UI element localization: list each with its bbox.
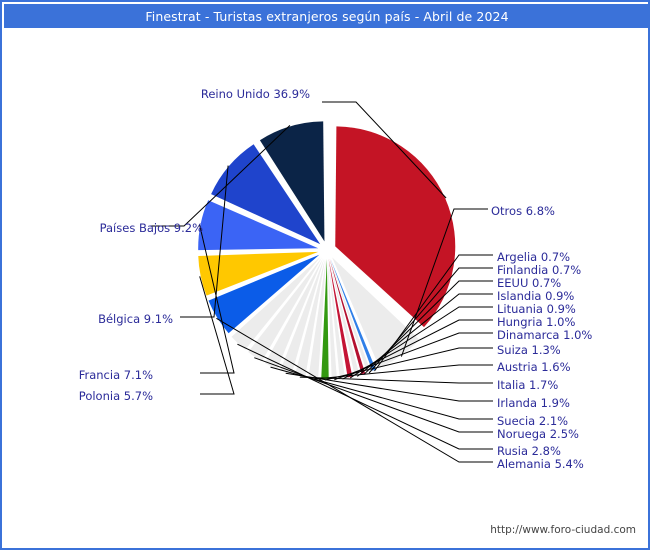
slice-label-hungria: Hungria 1.0% [497, 315, 576, 329]
slice-label-paises-bajos: Países Bajos 9.2% [99, 221, 203, 235]
chart-plot-area: Países Bajos 9.2% Bélgica 9.1% Francia 7… [4, 28, 650, 550]
slice-label-polonia: Polonia 5.7% [78, 389, 153, 403]
slice-label-islandia: Islandia 0.9% [497, 289, 575, 303]
chart-window: Finestrat - Turistas extranjeros según p… [0, 0, 650, 550]
slice-label-alemania: Alemania 5.4% [497, 457, 584, 471]
slice-label-belgica: Bélgica 9.1% [98, 312, 173, 326]
source-watermark: http://www.foro-ciudad.com [490, 524, 636, 536]
slice-label-suiza: Suiza 1.3% [497, 343, 561, 357]
slice-label-lituania: Lituania 0.9% [497, 302, 576, 316]
slice-label-argelia: Argelia 0.7% [497, 250, 571, 264]
slice-label-francia: Francia 7.1% [78, 368, 153, 382]
slice-label-irlanda: Irlanda 1.9% [497, 396, 570, 410]
slice-label-austria: Austria 1.6% [497, 360, 571, 374]
slice-label-noruega: Noruega 2.5% [497, 427, 579, 441]
slice-label-finlandia: Finlandia 0.7% [497, 263, 582, 277]
page-title: Finestrat - Turistas extranjeros según p… [145, 8, 509, 24]
slice-label-italia: Italia 1.7% [497, 378, 559, 392]
slice-label-suecia: Suecia 2.1% [497, 414, 569, 428]
slice-label-dinamarca: Dinamarca 1.0% [497, 328, 593, 342]
slice-label-rusia: Rusia 2.8% [497, 444, 561, 458]
slice-label-reino-unido: Reino Unido 36.9% [200, 87, 310, 101]
pie-slice[interactable] [321, 258, 329, 379]
slice-label-otros: Otros 6.8% [491, 204, 555, 218]
window-title-bar: Finestrat - Turistas extranjeros según p… [4, 4, 650, 28]
slice-label-eeuu: EEUU 0.7% [497, 276, 562, 290]
